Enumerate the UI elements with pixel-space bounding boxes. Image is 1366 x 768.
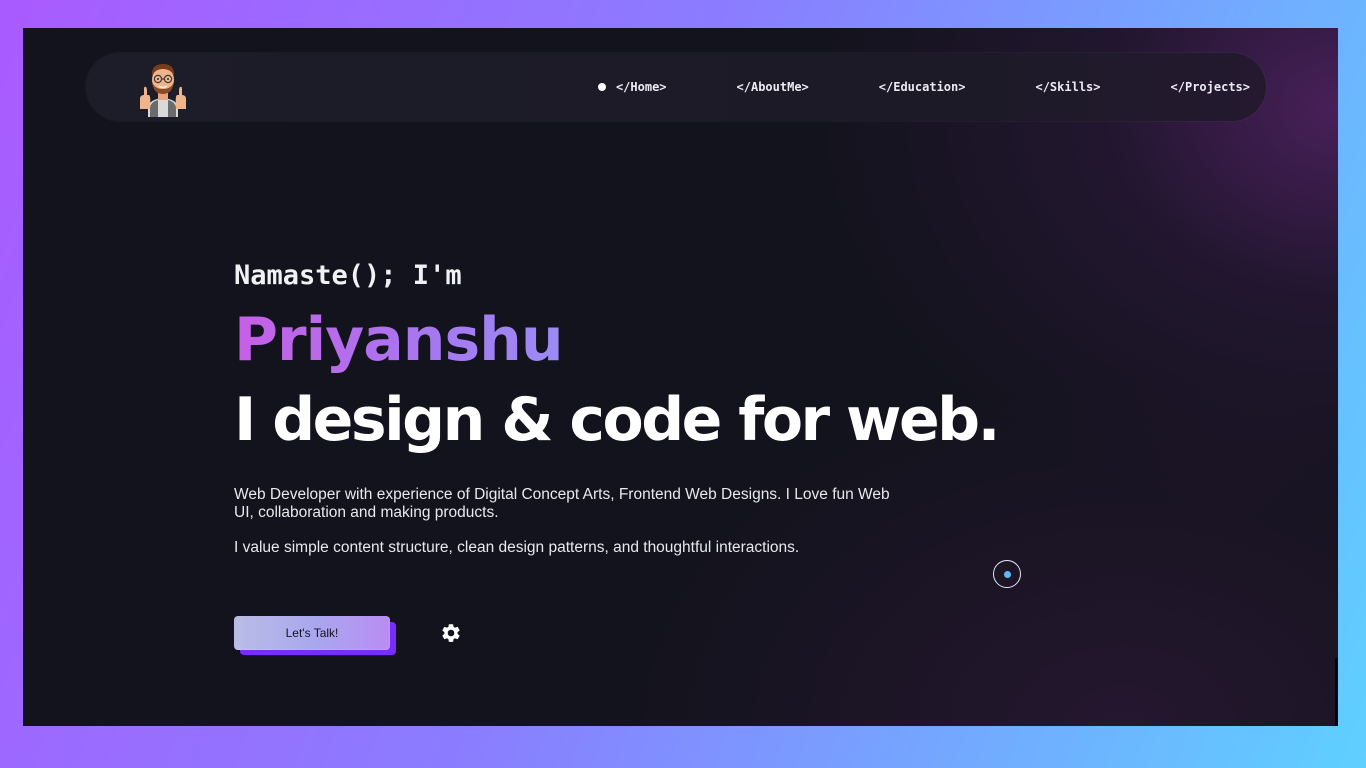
nav-item-aboutme[interactable]: </AboutMe> — [737, 80, 809, 94]
active-indicator-dot — [597, 83, 606, 91]
nav-item-education[interactable]: </Education> — [879, 80, 966, 94]
nav-item-skills[interactable]: </Skills> — [1035, 80, 1100, 94]
nav-item-projects[interactable]: </Projects> — [1171, 80, 1250, 94]
nav-links: </Home> </AboutMe> </Education> </Skills… — [597, 53, 1250, 121]
custom-cursor-dot — [1003, 570, 1011, 578]
nav-item-label: </Projects> — [1170, 80, 1250, 94]
hero-tagline: I design & code for web. — [234, 385, 1000, 455]
nav-item-home[interactable]: </Home> — [597, 80, 667, 94]
nav-item-label: </Education> — [878, 80, 966, 94]
hero-description: Web Developer with experience of Digital… — [234, 486, 890, 521]
hero-values: I value simple content structure, clean … — [234, 539, 800, 556]
gear-icon[interactable] — [440, 622, 462, 644]
browser-viewport: </Home> </AboutMe> </Education> </Skills… — [23, 28, 1338, 726]
nav-item-label: </Home> — [615, 80, 667, 94]
hero-actions: Let's Talk! — [234, 616, 494, 656]
nav-item-label: </Skills> — [1035, 80, 1101, 94]
top-navbar: </Home> </AboutMe> </Education> </Skills… — [86, 53, 1266, 121]
lets-talk-button[interactable]: Let's Talk! — [234, 616, 390, 650]
nav-item-label: </AboutMe> — [736, 80, 809, 94]
hero-name: Priyanshu — [234, 305, 564, 375]
hero-section: Namaste(); I'm Priyanshu I design & code… — [234, 258, 1034, 557]
scrollbar-edge — [1335, 658, 1338, 726]
memoji-avatar-icon — [140, 64, 186, 117]
hero-greeting: Namaste(); I'm — [234, 260, 462, 291]
avatar[interactable] — [136, 61, 190, 117]
custom-cursor-ring — [993, 560, 1021, 588]
